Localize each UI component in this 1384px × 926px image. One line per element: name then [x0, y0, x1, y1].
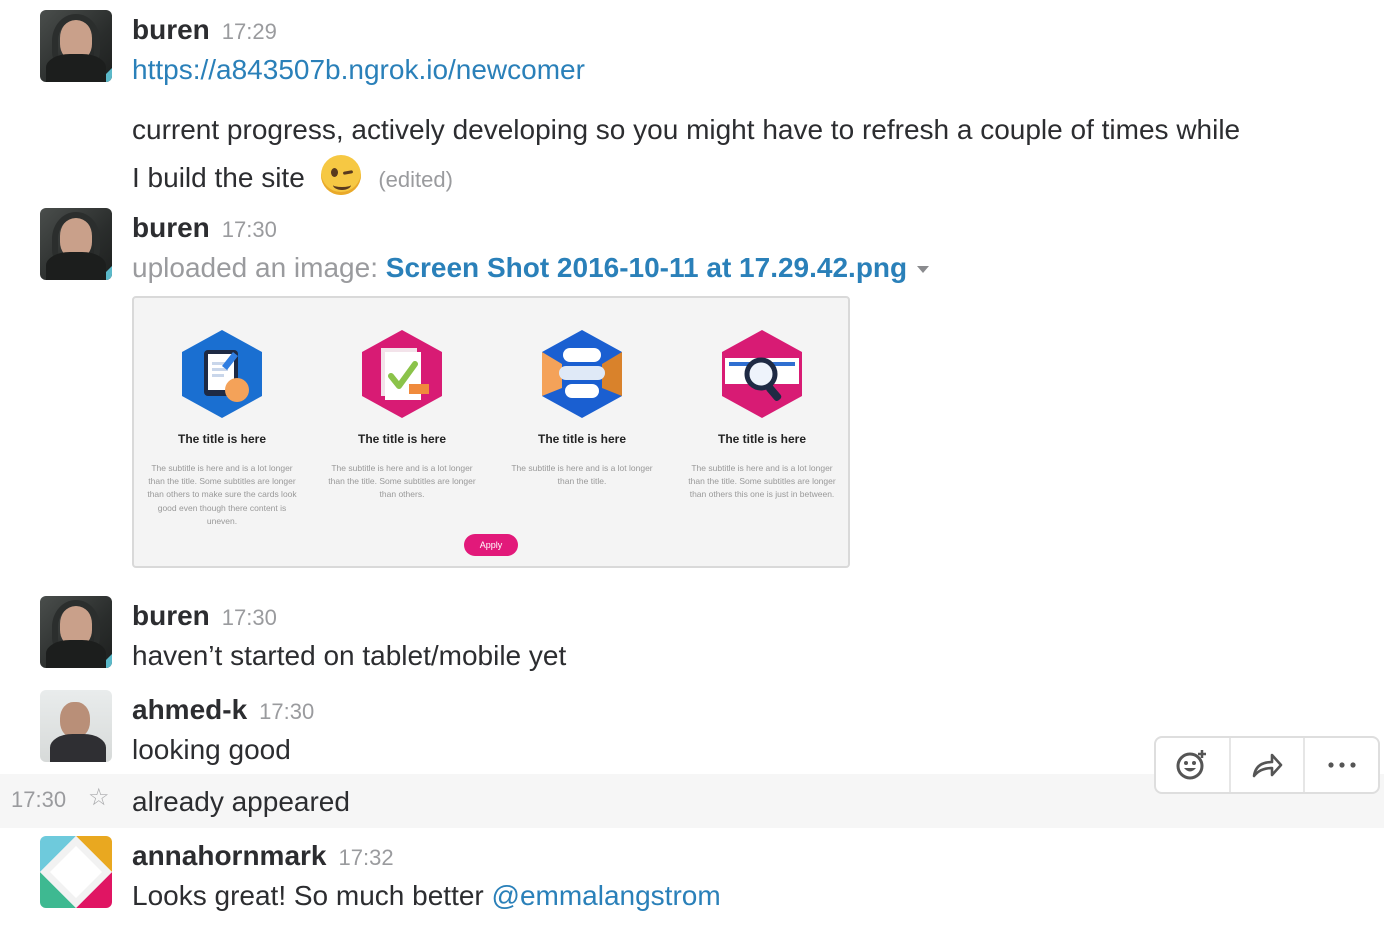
avatar-ahmed-k[interactable]	[40, 690, 112, 762]
message-link[interactable]: https://a843507b.ngrok.io/newcomer	[132, 54, 585, 85]
timestamp[interactable]: 17:29	[222, 19, 277, 44]
image-preview[interactable]: The title is here The subtitle is here a…	[132, 296, 850, 568]
message-actions-toolbar	[1154, 736, 1380, 794]
card-title: The title is here	[357, 432, 447, 446]
message-text: already appeared	[132, 786, 350, 817]
card-subtitle: The subtitle is here and is a lot longer…	[328, 463, 476, 500]
sender-name[interactable]: buren	[132, 14, 210, 45]
wink-emoji-icon[interactable]	[320, 155, 361, 195]
apply-button: Apply	[464, 534, 518, 556]
add-reaction-button[interactable]	[1156, 738, 1231, 792]
timestamp[interactable]: 17:30	[222, 217, 277, 242]
more-actions-button[interactable]	[1305, 738, 1378, 792]
avatar-buren[interactable]	[40, 10, 112, 82]
card-subtitle: The subtitle is here and is a lot longer…	[511, 463, 653, 487]
avatar-buren[interactable]	[40, 596, 112, 668]
more-icon	[1328, 762, 1356, 768]
card-title: The title is here	[177, 432, 267, 446]
upload-prefix: uploaded an image:	[132, 252, 378, 283]
share-button[interactable]	[1231, 738, 1306, 792]
message-text-continued: I build the site	[132, 162, 305, 193]
sender-name[interactable]: ahmed-k	[132, 694, 247, 725]
tablet-edit-icon	[182, 330, 262, 418]
timestamp[interactable]: 17:32	[339, 845, 394, 870]
avatar-buren[interactable]	[40, 208, 112, 280]
card-subtitle: The subtitle is here and is a lot longer…	[147, 463, 297, 526]
checklist-icon	[362, 330, 442, 418]
slack-logo-icon	[40, 836, 112, 908]
timestamp[interactable]: 17:30	[259, 699, 314, 724]
card-subtitle: The subtitle is here and is a lot longer…	[688, 463, 836, 500]
message-text: Looks great! So much better	[132, 880, 484, 911]
file-name-link[interactable]: Screen Shot 2016-10-11 at 17.29.42.png	[386, 252, 907, 283]
timestamp[interactable]: 17:30	[222, 605, 277, 630]
avatar-annahornmark[interactable]	[40, 836, 112, 908]
message-text: haven’t started on tablet/mobile yet	[132, 640, 567, 671]
share-icon	[1252, 753, 1283, 778]
card-title: The title is here	[537, 432, 627, 446]
chevron-down-icon[interactable]	[917, 266, 930, 274]
sender-name[interactable]: annahornmark	[132, 840, 327, 871]
star-icon[interactable]: ☆	[88, 786, 110, 810]
hover-timestamp[interactable]: 17:30	[11, 787, 66, 813]
sender-name[interactable]: buren	[132, 212, 210, 243]
add-reaction-icon	[1176, 750, 1207, 780]
chat-bubbles-icon	[542, 330, 622, 418]
message-text: looking good	[132, 734, 291, 765]
magnifier-icon	[722, 330, 802, 418]
message-text: current progress, actively developing so…	[132, 114, 1241, 145]
card-title: The title is here	[717, 432, 807, 446]
sender-name[interactable]: buren	[132, 600, 210, 631]
user-mention-link[interactable]: @emmalangstrom	[492, 880, 721, 911]
edited-label: (edited)	[378, 167, 453, 192]
